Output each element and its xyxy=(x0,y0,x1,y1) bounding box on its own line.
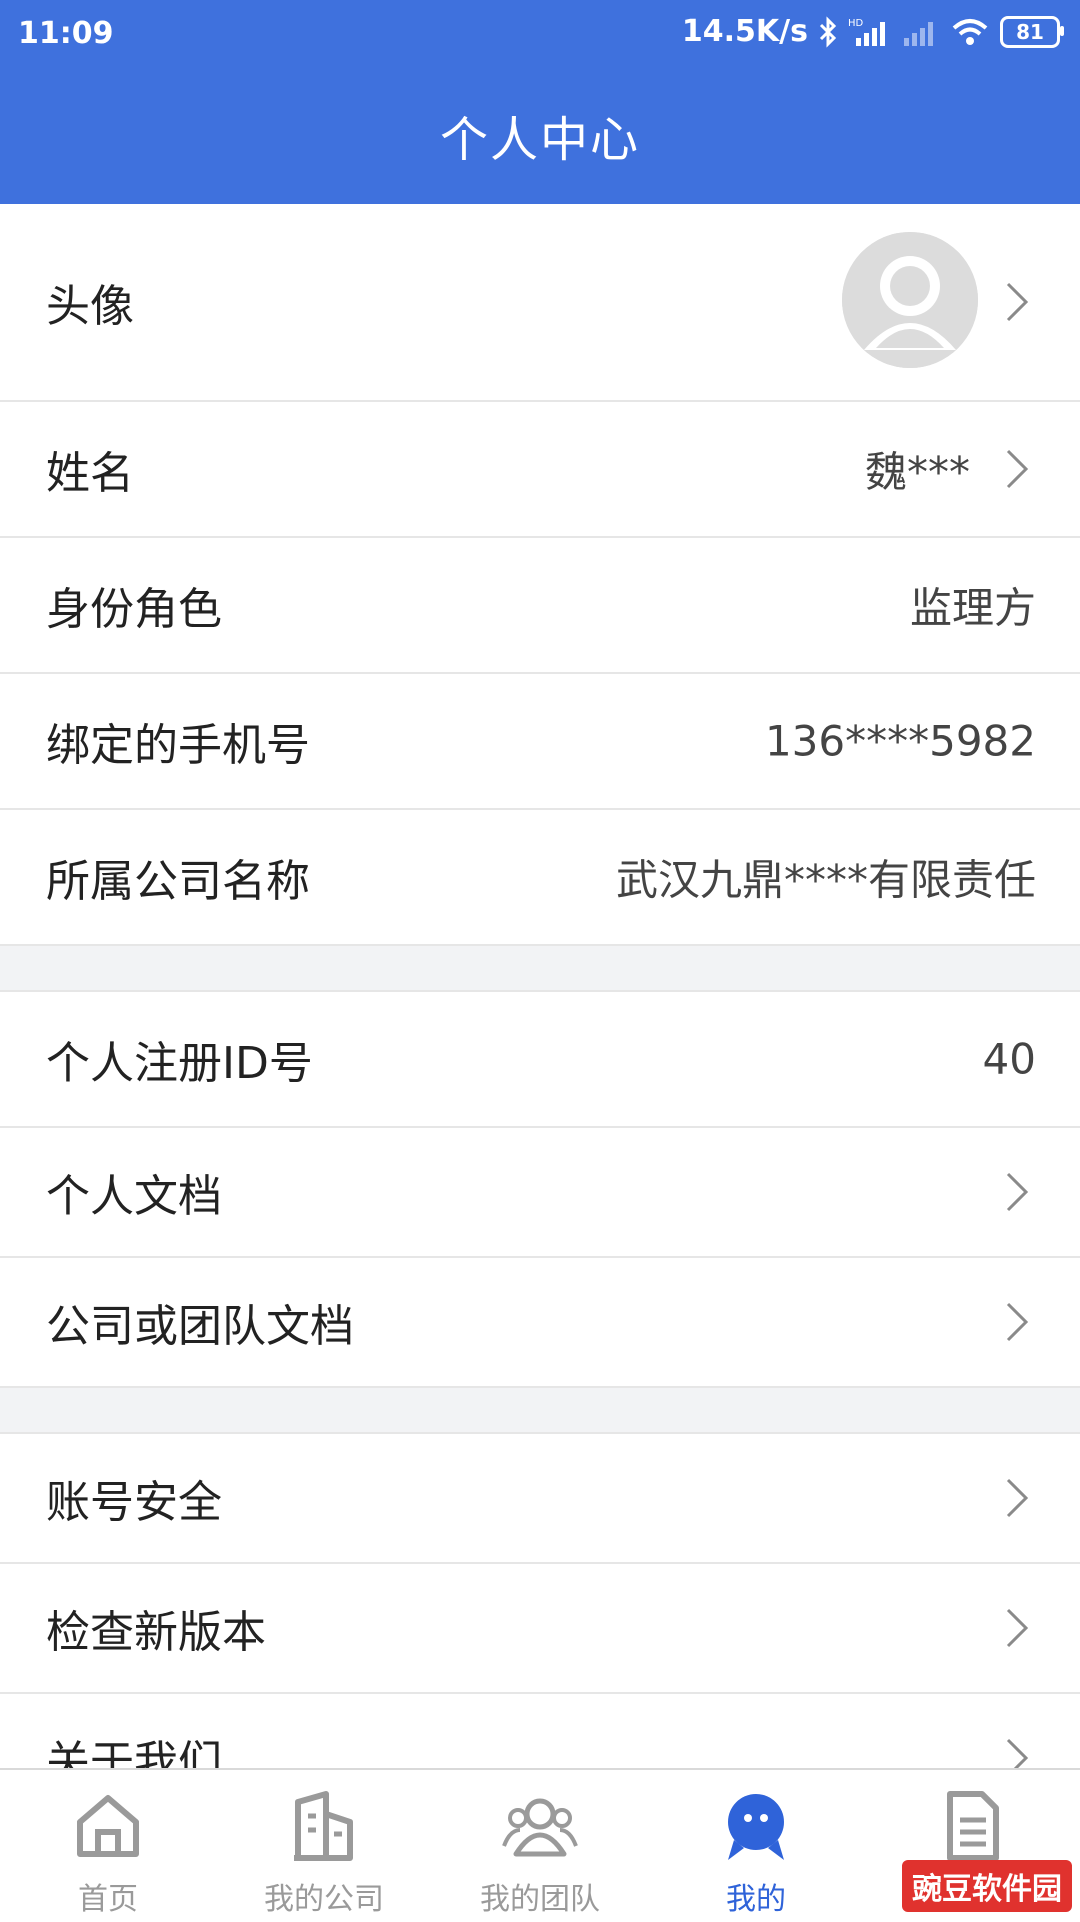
avatar-row[interactable]: 头像 xyxy=(0,204,1080,402)
battery-icon: 81 xyxy=(1000,15,1064,48)
name-value: 魏*** xyxy=(864,447,970,497)
network-speed: 14.5K/s xyxy=(681,14,808,49)
page-title: 个人中心 xyxy=(439,112,640,168)
check-update-row[interactable]: 检查新版本 xyxy=(0,1564,1080,1694)
top-app-bar: 11:09 14.5K/s HD 81 个人中心 xyxy=(0,0,1080,204)
chevron-right-icon xyxy=(1006,449,1029,489)
phone-value: 136****5982 xyxy=(764,716,1036,766)
registration-id-value: 40 xyxy=(982,1034,1036,1084)
nav-home-label: 首页 xyxy=(78,1882,138,1917)
watermark: 豌豆软件园 xyxy=(902,1860,1072,1912)
team-icon xyxy=(502,1798,578,1857)
name-row[interactable]: 姓名 魏*** xyxy=(0,402,1080,538)
bottom-navigation: 首页 我的公司 我的团队 我的 豌豆软件园 xyxy=(0,1768,1080,1922)
profile-list: 头像 姓名 魏*** 身份角色 监理方 绑定的手机号 136****5982 所… xyxy=(0,204,1080,1824)
signal-weak-icon xyxy=(902,16,940,48)
section-divider xyxy=(0,1388,1080,1434)
section-divider xyxy=(0,946,1080,992)
document-icon xyxy=(947,1791,999,1861)
avatar-label: 头像 xyxy=(46,281,134,332)
status-time: 11:09 xyxy=(18,16,114,51)
nav-home[interactable]: 首页 xyxy=(0,1788,216,1918)
company-icon xyxy=(294,1791,353,1861)
registration-id-row: 个人注册ID号 40 xyxy=(0,992,1080,1128)
team-docs-label: 公司或团队文档 xyxy=(46,1301,354,1352)
chevron-right-icon xyxy=(1006,1302,1029,1342)
bluetooth-icon xyxy=(818,15,838,48)
account-security-row[interactable]: 账号安全 xyxy=(0,1434,1080,1564)
profile-icon xyxy=(728,1794,784,1860)
svg-text:HD: HD xyxy=(848,18,864,29)
personal-docs-label: 个人文档 xyxy=(46,1171,222,1222)
registration-id-label: 个人注册ID号 xyxy=(46,1038,313,1089)
personal-docs-row[interactable]: 个人文档 xyxy=(0,1128,1080,1258)
check-update-label: 检查新版本 xyxy=(46,1607,266,1658)
company-value: 武汉九鼎****有限责任 xyxy=(615,855,1036,905)
status-bar: 11:09 14.5K/s HD 81 xyxy=(0,0,1080,72)
chevron-right-icon xyxy=(1006,1172,1029,1212)
company-row: 所属公司名称 武汉九鼎****有限责任 xyxy=(0,810,1080,946)
home-icon xyxy=(77,1795,139,1857)
account-security-label: 账号安全 xyxy=(46,1477,222,1528)
role-row: 身份角色 监理方 xyxy=(0,538,1080,674)
wifi-icon xyxy=(950,16,990,48)
chevron-right-icon xyxy=(1006,282,1029,322)
status-right: 14.5K/s HD 81 xyxy=(681,14,1064,49)
chevron-right-icon xyxy=(1006,1478,1029,1518)
signal-hd-icon: HD xyxy=(848,16,892,48)
name-label: 姓名 xyxy=(46,448,134,499)
nav-my-company[interactable]: 我的公司 xyxy=(216,1788,432,1918)
role-label: 身份角色 xyxy=(46,584,222,635)
chevron-right-icon xyxy=(1006,1608,1029,1648)
phone-row: 绑定的手机号 136****5982 xyxy=(0,674,1080,810)
nav-my-company-label: 我的公司 xyxy=(264,1882,384,1917)
nav-mine-label: 我的 xyxy=(726,1882,786,1917)
company-label: 所属公司名称 xyxy=(46,856,310,907)
avatar[interactable] xyxy=(842,232,978,368)
nav-mine[interactable]: 我的 xyxy=(648,1788,864,1918)
role-value: 监理方 xyxy=(909,583,1036,633)
phone-label: 绑定的手机号 xyxy=(46,720,310,771)
nav-my-team[interactable]: 我的团队 xyxy=(432,1788,648,1918)
nav-my-team-label: 我的团队 xyxy=(480,1882,600,1917)
team-docs-row[interactable]: 公司或团队文档 xyxy=(0,1258,1080,1388)
